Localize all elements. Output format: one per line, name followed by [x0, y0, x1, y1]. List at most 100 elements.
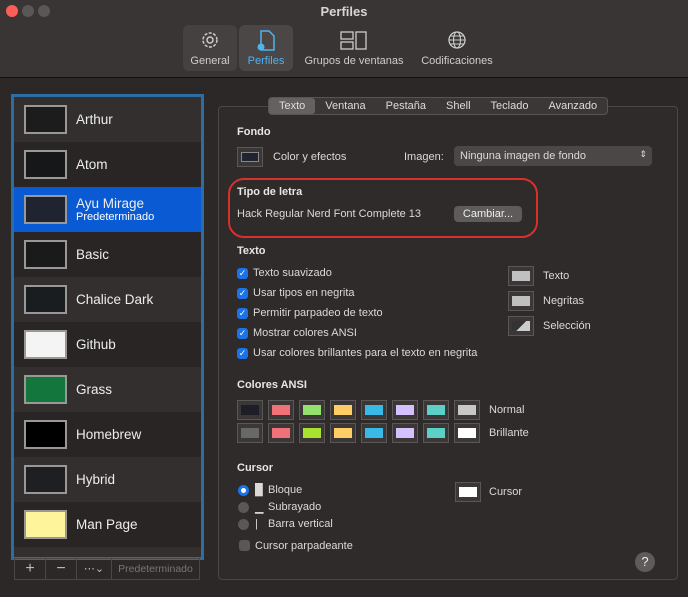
- cursor-heading: Cursor: [237, 462, 274, 474]
- profile-row[interactable]: Github: [14, 322, 201, 367]
- gear-icon: [202, 32, 218, 48]
- profile-default-badge: Predeterminado: [76, 211, 155, 223]
- tab-shell[interactable]: Shell: [436, 98, 480, 114]
- text-option-label: Texto suavizado: [253, 267, 332, 279]
- ansi-normal-swatch[interactable]: [330, 400, 356, 420]
- text-option-checkbox[interactable]: ✓: [237, 268, 248, 279]
- cursor-glyph-icon: |: [255, 518, 258, 530]
- toolbar-label: Perfiles: [247, 55, 285, 67]
- profile-row[interactable]: Ayu Mirage Predeterminado: [14, 187, 201, 232]
- text-option-checkbox[interactable]: ✓: [237, 328, 248, 339]
- cursor-color-label: Cursor: [489, 486, 523, 498]
- ansi-bright-swatch[interactable]: [268, 423, 294, 443]
- text-color-swatch[interactable]: [508, 316, 534, 336]
- cursor-style-label: Barra vertical: [268, 518, 333, 530]
- more-actions-button[interactable]: ⋯⌄: [77, 559, 112, 579]
- profile-text: Atom: [67, 157, 108, 172]
- text-option-checkbox[interactable]: ✓: [237, 308, 248, 319]
- toolbar-label: Grupos de ventanas: [304, 55, 404, 67]
- profile-thumbnail: [24, 465, 67, 494]
- tab-avanzado[interactable]: Avanzado: [538, 98, 607, 114]
- remove-profile-button[interactable]: −: [46, 559, 77, 579]
- profile-text: Basic: [67, 247, 109, 262]
- tab-pestana[interactable]: Pestaña: [376, 98, 436, 114]
- profile-text: Hybrid: [67, 472, 115, 487]
- text-option-checkbox[interactable]: ✓: [237, 348, 248, 359]
- cursor-style-radio[interactable]: [238, 519, 249, 530]
- text-option-checkbox[interactable]: ✓: [237, 288, 248, 299]
- ansi-bright-swatch[interactable]: [392, 423, 418, 443]
- text-heading: Texto: [237, 245, 266, 257]
- profile-text: Man Page: [67, 517, 138, 532]
- profile-icon: [257, 30, 275, 51]
- add-profile-button[interactable]: +: [15, 559, 46, 579]
- ansi-normal-swatch[interactable]: [392, 400, 418, 420]
- text-color-label: Negritas: [543, 295, 584, 307]
- ansi-bright-swatch[interactable]: [237, 423, 263, 443]
- ansi-bright-swatch[interactable]: [423, 423, 449, 443]
- set-default-button[interactable]: Predeterminado: [112, 559, 199, 579]
- toolbar-perfiles[interactable]: Perfiles: [239, 25, 293, 71]
- cursor-glyph-icon: ▁: [255, 502, 264, 514]
- toolbar-label: Codificaciones: [421, 55, 493, 67]
- toolbar-codificaciones[interactable]: Codificaciones: [414, 25, 500, 71]
- background-image-select[interactable]: Ninguna imagen de fondo ⇕: [454, 146, 652, 166]
- profile-name: Atom: [76, 157, 108, 172]
- toolbar-grupos[interactable]: Grupos de ventanas: [298, 25, 410, 71]
- profile-row[interactable]: Homebrew: [14, 412, 201, 457]
- ansi-bright-swatch[interactable]: [299, 423, 325, 443]
- profile-name: Man Page: [76, 517, 138, 532]
- profile-text: Arthur: [67, 112, 113, 127]
- window-groups-icon: [340, 31, 367, 50]
- profile-row[interactable]: Arthur: [14, 97, 201, 142]
- ansi-normal-swatch[interactable]: [423, 400, 449, 420]
- profile-row[interactable]: Atom: [14, 142, 201, 187]
- cursor-glyph-icon: █: [255, 484, 263, 496]
- image-label: Imagen:: [404, 151, 444, 163]
- text-color-swatch[interactable]: [508, 266, 534, 286]
- profile-thumbnail: [24, 150, 67, 179]
- profile-list[interactable]: Arthur Atom Ayu Mirage Predeterminado Basic C…: [11, 94, 204, 560]
- profile-name: Chalice Dark: [76, 292, 154, 307]
- profile-thumbnail: [24, 105, 67, 134]
- updown-chevron-icon: ⇕: [639, 149, 647, 159]
- ansi-normal-swatch[interactable]: [299, 400, 325, 420]
- ansi-bright-swatch[interactable]: [330, 423, 356, 443]
- ansi-normal-swatch[interactable]: [454, 400, 480, 420]
- ansi-normal-swatch[interactable]: [361, 400, 387, 420]
- ansi-bright-swatch[interactable]: [454, 423, 480, 443]
- profile-row[interactable]: Hybrid: [14, 457, 201, 502]
- profile-thumbnail: [24, 330, 67, 359]
- text-color-swatch[interactable]: [508, 291, 534, 311]
- profile-row[interactable]: Man Page: [14, 502, 201, 547]
- profile-row[interactable]: Basic: [14, 232, 201, 277]
- change-font-button[interactable]: Cambiar...: [454, 206, 522, 222]
- text-option-label: Usar colores brillantes para el texto en…: [253, 347, 478, 359]
- profile-name: Basic: [76, 247, 110, 262]
- background-color-swatch[interactable]: [237, 147, 263, 167]
- tab-texto[interactable]: Texto: [269, 98, 316, 114]
- profile-row[interactable]: Chalice Dark: [14, 277, 201, 322]
- cursor-style-label: Bloque: [268, 484, 303, 496]
- color-effects-label: Color y efectos: [273, 151, 347, 163]
- profile-thumbnail: [24, 420, 67, 449]
- cursor-blink-checkbox[interactable]: [239, 540, 250, 551]
- ansi-heading: Colores ANSI: [237, 379, 307, 391]
- profile-row[interactable]: Grass: [14, 367, 201, 412]
- text-color-label: Texto: [543, 270, 570, 282]
- cursor-style-radio[interactable]: [238, 502, 249, 513]
- ansi-normal-swatch[interactable]: [237, 400, 263, 420]
- cursor-color-swatch[interactable]: [455, 482, 481, 502]
- text-color-label: Selección: [543, 320, 591, 332]
- ansi-bright-label: Brillante: [489, 427, 529, 439]
- globe-icon: [448, 31, 466, 49]
- ansi-bright-swatch[interactable]: [361, 423, 387, 443]
- text-option-label: Permitir parpadeo de texto: [253, 307, 383, 319]
- ansi-normal-swatch[interactable]: [268, 400, 294, 420]
- profile-name: Arthur: [76, 112, 113, 127]
- toolbar-general[interactable]: General: [183, 25, 237, 71]
- tab-ventana[interactable]: Ventana: [315, 98, 375, 114]
- tab-teclado[interactable]: Teclado: [481, 98, 539, 114]
- cursor-style-radio[interactable]: [238, 485, 249, 496]
- help-button[interactable]: ?: [635, 552, 655, 572]
